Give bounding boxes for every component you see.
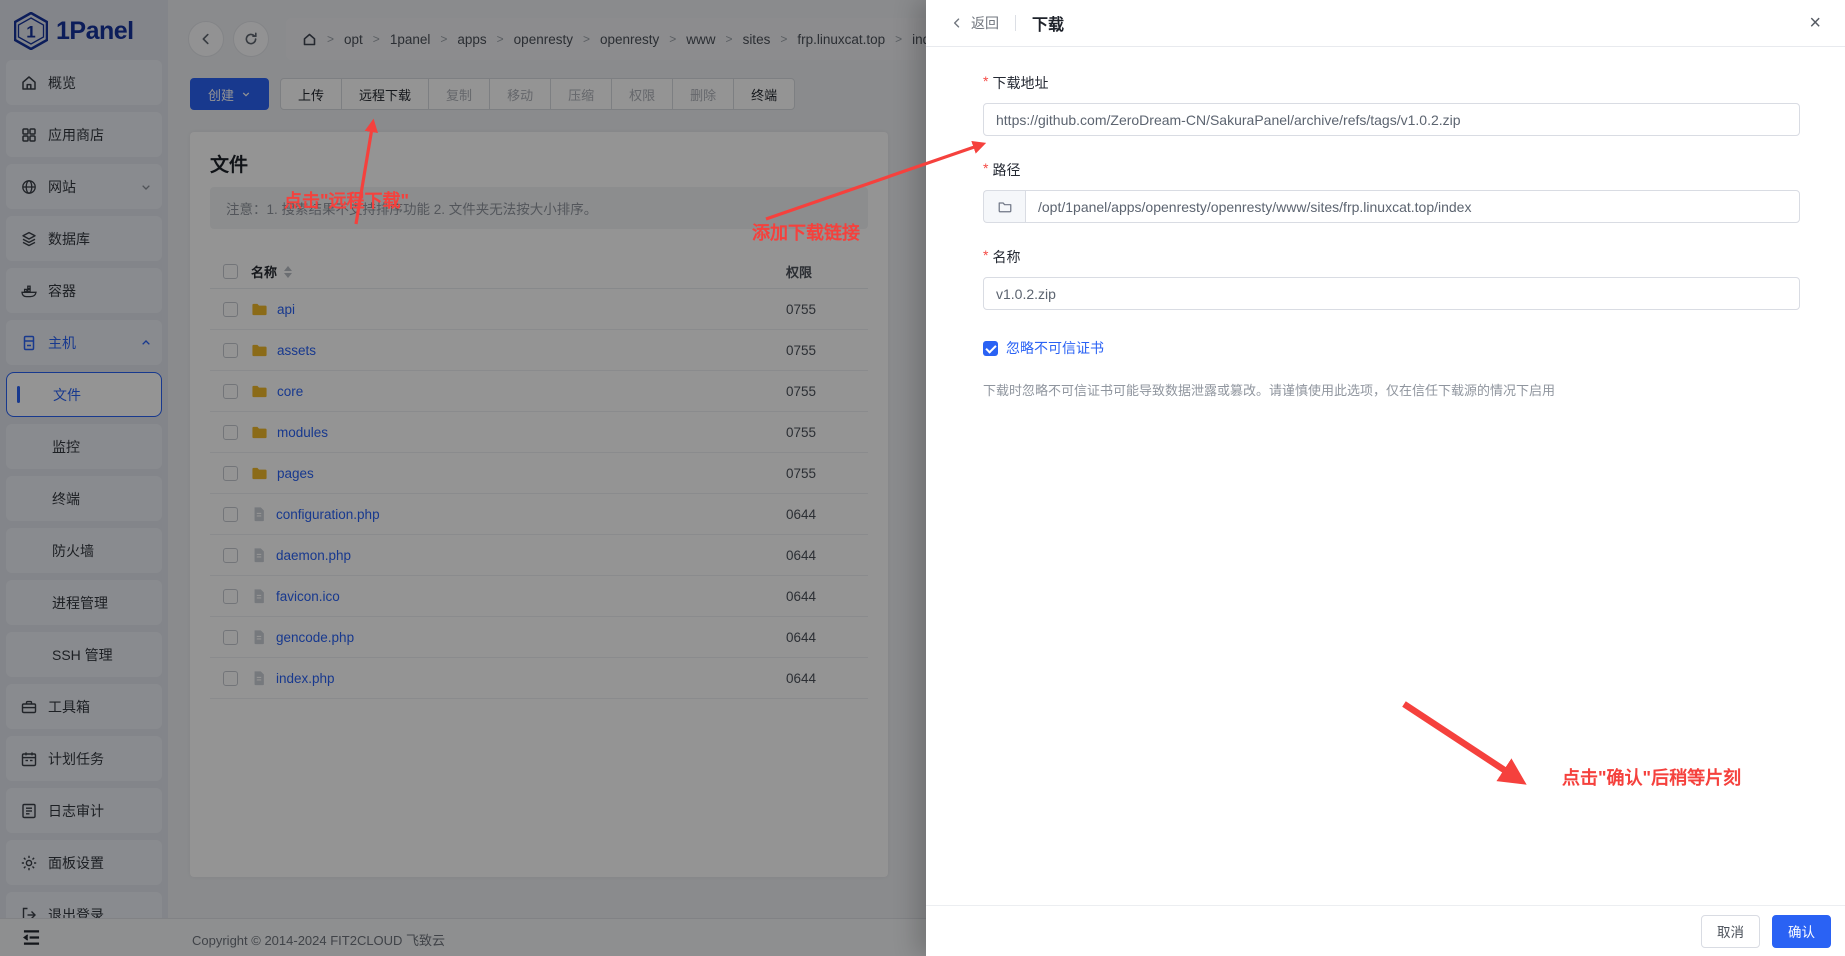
checkbox-checked-icon: [983, 340, 998, 356]
back-label: 返回: [971, 15, 999, 31]
checkbox-label: 忽略不可信证书: [1006, 340, 1104, 356]
download-url-input[interactable]: [983, 103, 1800, 136]
cert-warning-text: 下载时忽略不可信证书可能导致数据泄露或篡改。请谨慎使用此选项，仅在信任下载源的情…: [983, 383, 1556, 398]
name-input[interactable]: [983, 277, 1800, 310]
required-asterisk: *: [983, 247, 989, 263]
url-field-label: * 下载地址: [983, 73, 1049, 91]
arrow-left-icon: [953, 18, 960, 28]
required-asterisk: *: [983, 73, 989, 89]
name-field-label: * 名称: [983, 247, 1021, 265]
confirm-button[interactable]: 确认: [1772, 914, 1831, 948]
download-drawer: 返回 下载 × * 下载地址 * 路径 *: [926, 0, 1845, 956]
1panel-app: 1 1Panel 概览 应用商店 网站 数据库 容器 主机 文件 监控 终端 防…: [0, 0, 1845, 956]
drawer-footer: 取消 确认: [926, 905, 1845, 956]
back-button[interactable]: 返回: [950, 13, 999, 33]
folder-picker-button[interactable]: [983, 190, 1025, 223]
folder-outline-icon: [998, 201, 1011, 212]
path-input[interactable]: [1025, 190, 1800, 223]
drawer-header: 返回 下载 ×: [926, 0, 1845, 47]
ignore-cert-checkbox[interactable]: 忽略不可信证书: [983, 338, 1800, 358]
required-asterisk: *: [983, 160, 989, 176]
path-input-group: [983, 190, 1800, 223]
drawer-body: * 下载地址 * 路径 * 名称 忽略不可信证书: [926, 47, 1845, 905]
drawer-title: 下载: [1032, 17, 1065, 34]
close-icon[interactable]: ×: [1809, 13, 1821, 33]
cancel-button[interactable]: 取消: [1701, 914, 1760, 948]
divider: [1015, 15, 1016, 31]
path-field-label: * 路径: [983, 160, 1021, 178]
